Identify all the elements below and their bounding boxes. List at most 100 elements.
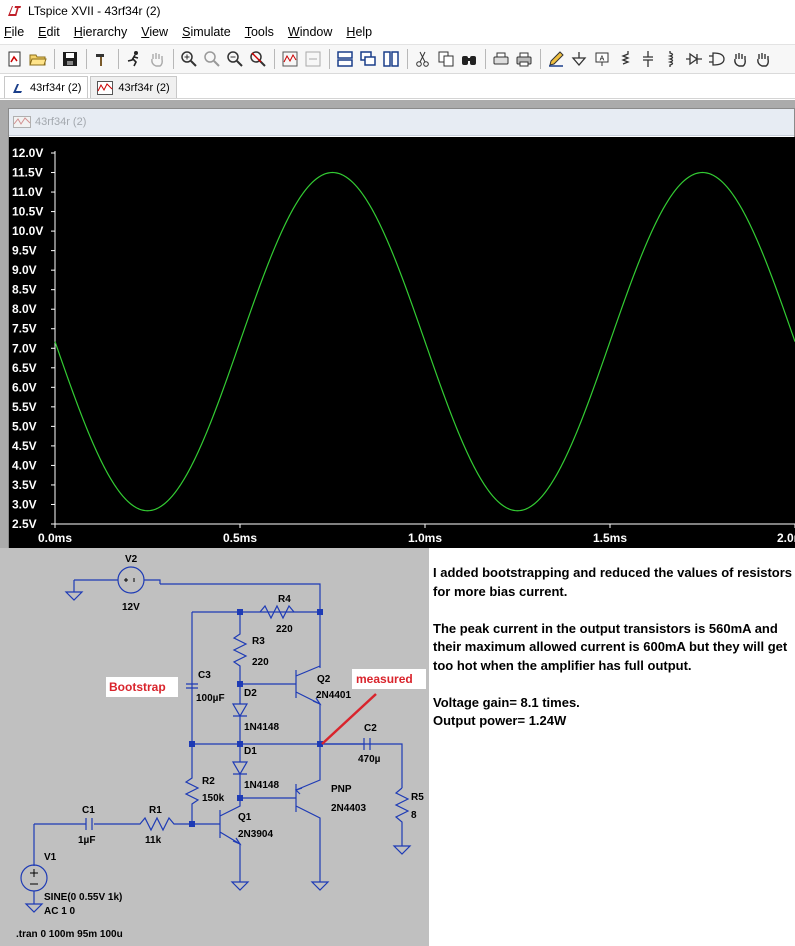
- new-schematic-icon: [8, 51, 21, 67]
- waveform-window-caption: 43rf34r (2): [9, 109, 794, 136]
- note-peak-current: The peak current in the output transisto…: [433, 620, 788, 673]
- note-bootstrapping: I added bootstrapping and reduced the va…: [433, 565, 793, 599]
- zoom-out-icon: [227, 51, 243, 67]
- pnp-value: 2N4403: [331, 803, 366, 814]
- move-hand-icon: [734, 53, 746, 67]
- autorange-button[interactable]: [279, 48, 301, 70]
- note-output-power: Output power= 1.24W: [433, 713, 567, 728]
- new-schematic-button[interactable]: [4, 48, 26, 70]
- printer-icon: [516, 52, 532, 67]
- zoom-pan-button[interactable]: [201, 48, 223, 70]
- v2-name: V2: [125, 554, 138, 565]
- save-icon: [63, 52, 77, 66]
- v2-value: 12V: [122, 602, 140, 613]
- menu-view[interactable]: View: [141, 25, 168, 39]
- toolbar-separator: [329, 49, 330, 69]
- r3-value: 220: [252, 657, 269, 668]
- svg-text:A: A: [600, 56, 605, 63]
- c3-value: 100µF: [196, 693, 225, 704]
- ground-button[interactable]: [568, 48, 590, 70]
- bootstrap-label: Bootstrap: [109, 680, 166, 694]
- copy-button[interactable]: [435, 48, 457, 70]
- inductor-button[interactable]: [660, 48, 682, 70]
- zoom-fit-button[interactable]: [247, 48, 269, 70]
- tile-vertical-button[interactable]: [380, 48, 402, 70]
- ltspice-logo-icon: [8, 6, 21, 16]
- r2-name: R2: [202, 776, 215, 787]
- q2-value: 2N4401: [316, 690, 351, 701]
- r1-name: R1: [149, 805, 162, 816]
- copy-icon: [438, 51, 454, 67]
- y-tick-label: 9.0V: [12, 263, 37, 277]
- pencil-icon: [549, 51, 564, 67]
- v1-name: V1: [44, 852, 57, 863]
- y-tick-label: 3.0V: [12, 497, 37, 511]
- drag-button[interactable]: [752, 48, 774, 70]
- menu-accelerator: V: [141, 25, 150, 39]
- tab-label: 43rf34r (2): [118, 81, 170, 94]
- run-button[interactable]: [123, 48, 145, 70]
- c3-name: C3: [198, 670, 211, 681]
- move-button[interactable]: [729, 48, 751, 70]
- menu-file[interactable]: File: [4, 25, 24, 39]
- tile-horizontal-icon: [337, 51, 353, 67]
- tab-waveform[interactable]: 43rf34r (2): [90, 76, 177, 98]
- y-tick-label: 6.0V: [12, 380, 37, 394]
- waveform-icon: [97, 80, 114, 95]
- label-net-button[interactable]: A: [591, 48, 613, 70]
- control-panel-button[interactable]: [91, 48, 113, 70]
- d1-name: D1: [244, 746, 257, 757]
- menu-simulate[interactable]: Simulate: [182, 25, 231, 39]
- window-title: LTspice XVII - 43rf34r (2): [28, 4, 161, 18]
- r5-value: 8: [411, 810, 417, 821]
- open-folder-icon: [29, 54, 47, 66]
- diode-button[interactable]: [683, 48, 705, 70]
- print-button[interactable]: [513, 48, 535, 70]
- scissors-icon: [416, 51, 429, 67]
- draw-wire-button[interactable]: [545, 48, 567, 70]
- tab-schematic[interactable]: 43rf34r (2): [4, 76, 89, 98]
- y-tick-label: 8.0V: [12, 302, 37, 316]
- menu-help[interactable]: Help: [346, 25, 372, 39]
- component-icon: [709, 52, 725, 66]
- title-bar: LTspice XVII - 43rf34r (2): [0, 0, 795, 22]
- x-tick-label: 1.0ms: [408, 531, 442, 545]
- schematic[interactable]: V2 12V R4 220 R3 220 C3 100µF D2 1N4148 …: [0, 548, 429, 946]
- y-tick-label: 11.5V: [12, 166, 43, 180]
- label-net-icon: A: [595, 52, 609, 66]
- capacitor-button[interactable]: [637, 48, 659, 70]
- delete-trace-button[interactable]: [302, 48, 324, 70]
- toolbar-separator: [274, 49, 275, 69]
- print-setup-button[interactable]: [490, 48, 512, 70]
- notes-text: I added bootstrapping and reduced the va…: [433, 564, 793, 731]
- toolbar-separator: [173, 49, 174, 69]
- c1-value: 1µF: [78, 835, 95, 846]
- component-button[interactable]: [706, 48, 728, 70]
- waveform-window[interactable]: 43rf34r (2) 12.0V 11.5V 11.0V 10.5V 10.0V 9.5…: [8, 108, 795, 551]
- menu-tools[interactable]: Tools: [245, 25, 274, 39]
- resistor-button[interactable]: [614, 48, 636, 70]
- q1-value: 2N3904: [238, 829, 273, 840]
- tile-horizontal-button[interactable]: [334, 48, 356, 70]
- find-button[interactable]: [458, 48, 480, 70]
- zoom-out-button[interactable]: [224, 48, 246, 70]
- menu-window[interactable]: Window: [288, 25, 332, 39]
- pnp-name: PNP: [331, 784, 352, 795]
- inductor-icon: [667, 51, 674, 67]
- toolbar-separator: [54, 49, 55, 69]
- cascade-button[interactable]: [357, 48, 379, 70]
- waveform-delete-icon: [305, 51, 321, 67]
- zoom-in-button[interactable]: [178, 48, 200, 70]
- menu-hierarchy[interactable]: Hierarchy: [74, 25, 128, 39]
- toolbar-separator: [118, 49, 119, 69]
- waveform-plot[interactable]: 12.0V 11.5V 11.0V 10.5V 10.0V 9.5V 9.0V 8.5V 8.0…: [9, 137, 795, 551]
- save-button[interactable]: [59, 48, 81, 70]
- menu-edit[interactable]: Edit: [38, 25, 60, 39]
- y-tick-label: 3.5V: [12, 478, 37, 492]
- measured-label: measured: [356, 672, 413, 686]
- pan-button[interactable]: [146, 48, 168, 70]
- r1-value: 11k: [145, 835, 162, 846]
- q1-name: Q1: [238, 812, 252, 823]
- cut-button[interactable]: [412, 48, 434, 70]
- open-button[interactable]: [27, 48, 49, 70]
